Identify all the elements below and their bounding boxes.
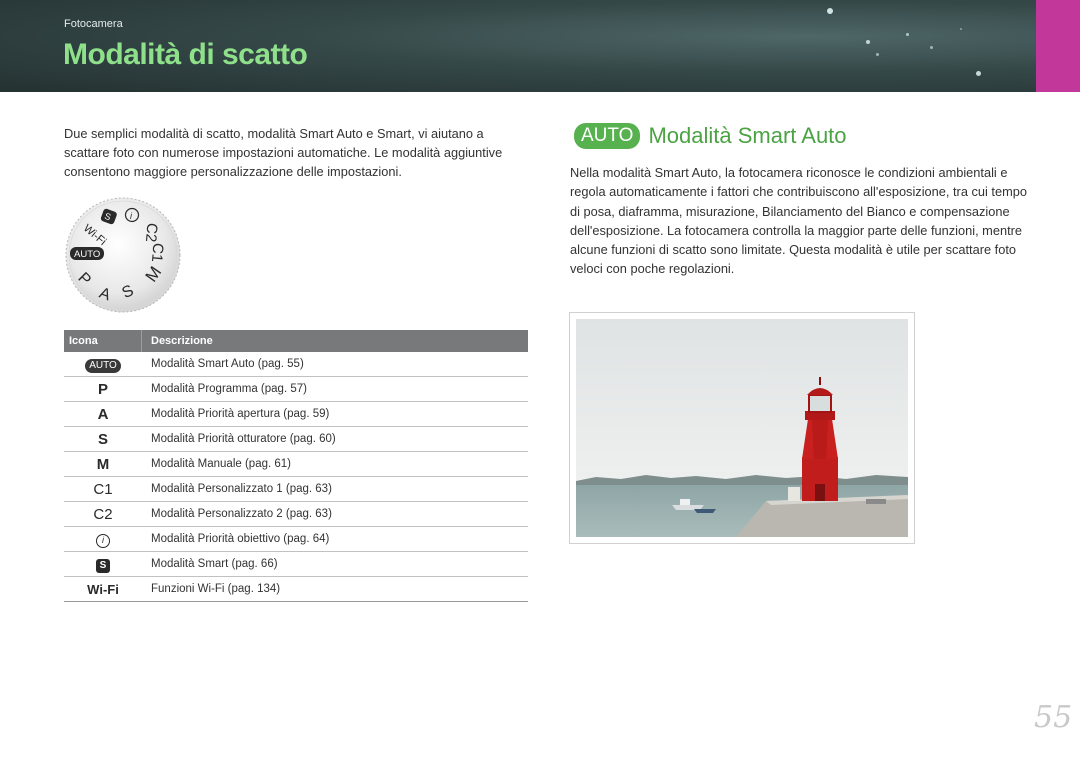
auto-mode-badge: AUTO: [574, 123, 641, 149]
section-body: Nella modalità Smart Auto, la fotocamera…: [570, 165, 1027, 277]
smart-mode-icon: S: [64, 555, 142, 573]
row-description: Modalità Smart Auto (pag. 55): [151, 358, 304, 370]
page-number: 55: [1034, 700, 1073, 735]
table-row: C2 Modalità Personalizzato 2 (pag. 63): [64, 502, 528, 527]
table-row: i Modalità Priorità obiettivo (pag. 64): [64, 527, 528, 552]
wifi-mode-icon: Wi-Fi: [87, 581, 119, 597]
sparkle-decoration: [906, 33, 909, 36]
dial-label-c1: C1: [148, 242, 167, 263]
row-description: Modalità Manuale (pag. 61): [151, 458, 291, 470]
mode-dial-illustration: Wi-Fi S i C2 C1 M S A P AUTO: [65, 197, 181, 313]
photo-frame: [569, 312, 915, 544]
lens-priority-icon: i: [64, 530, 142, 548]
manual-mode-icon: M: [96, 455, 110, 473]
sparkle-decoration: [930, 46, 933, 49]
row-description: Modalità Priorità otturatore (pag. 60): [151, 433, 336, 445]
table-row: AUTO Modalità Smart Auto (pag. 55): [64, 352, 528, 377]
sparkle-decoration: [976, 71, 981, 76]
custom2-mode-icon: C2: [93, 505, 113, 523]
shutter-priority-icon: S: [97, 430, 108, 448]
lens-badge: i: [96, 534, 110, 548]
intro-paragraph: Due semplici modalità di scatto, modalit…: [64, 126, 503, 179]
lighthouse-photo: [576, 319, 908, 537]
table-row: P Modalità Programma (pag. 57): [64, 377, 528, 402]
sparkle-decoration: [876, 53, 879, 56]
row-description: Modalità Programma (pag. 57): [151, 383, 307, 395]
table-row: S Modalità Smart (pag. 66): [64, 552, 528, 577]
aperture-priority-icon: A: [97, 405, 109, 423]
modes-table: Icona Descrizione AUTO Modalità Smart Au…: [64, 330, 528, 602]
section-label: Fotocamera: [64, 18, 123, 30]
smart-badge: S: [96, 559, 110, 573]
table-row: C1 Modalità Personalizzato 1 (pag. 63): [64, 477, 528, 502]
auto-badge: AUTO: [85, 359, 121, 373]
row-description: Modalità Priorità apertura (pag. 59): [151, 408, 330, 420]
table-header: Icona Descrizione: [64, 330, 528, 352]
auto-mode-icon: AUTO: [64, 355, 142, 373]
custom1-mode-icon: C1: [93, 480, 113, 498]
col-header-description: Descrizione: [151, 335, 213, 347]
row-description: Modalità Personalizzato 2 (pag. 63): [151, 508, 332, 520]
header-banner: Fotocamera Modalità di scatto: [0, 0, 1036, 92]
table-row: Wi-Fi Funzioni Wi-Fi (pag. 134): [64, 577, 528, 602]
sparkle-decoration: [960, 28, 962, 30]
sparkle-decoration: [827, 8, 833, 14]
row-description: Modalità Personalizzato 1 (pag. 63): [151, 483, 332, 495]
table-row: S Modalità Priorità otturatore (pag. 60): [64, 427, 528, 452]
row-description: Funzioni Wi-Fi (pag. 134): [151, 583, 281, 595]
table-row: M Modalità Manuale (pag. 61): [64, 452, 528, 477]
section-heading: AUTO Modalità Smart Auto: [574, 123, 847, 149]
table-row: A Modalità Priorità apertura (pag. 59): [64, 402, 528, 427]
section-title: Modalità Smart Auto: [648, 123, 847, 148]
dial-label-c2: C2: [142, 222, 161, 243]
page-title: Modalità di scatto: [63, 38, 308, 71]
row-description: Modalità Smart (pag. 66): [151, 558, 278, 570]
dial-label-auto: AUTO: [74, 249, 100, 260]
chapter-tab: [1036, 0, 1080, 92]
row-description: Modalità Priorità obiettivo (pag. 64): [151, 533, 330, 545]
col-header-icon: Icona: [64, 330, 142, 352]
sparkle-decoration: [866, 40, 870, 44]
program-mode-icon: P: [97, 380, 108, 398]
